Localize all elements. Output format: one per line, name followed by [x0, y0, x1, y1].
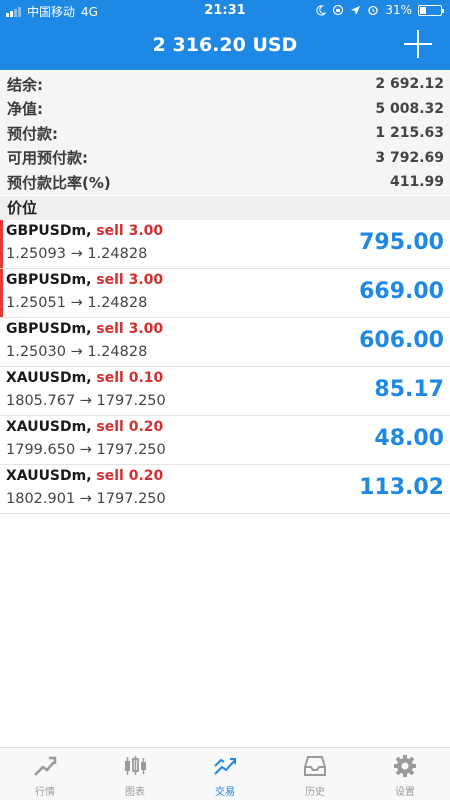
history-icon: [270, 753, 360, 779]
position-profit: 48.00: [374, 426, 444, 451]
position-profit: 113.02: [359, 475, 444, 500]
position-side: sell 3.00: [96, 272, 164, 288]
summary-value: 3 792.69: [375, 149, 444, 166]
position-prices: 1805.767 → 1797.250: [6, 393, 166, 409]
summary-value: 5 008.32: [375, 100, 444, 117]
position-title: XAUUSDm, sell 0.10: [6, 370, 163, 386]
app-header: 中国移动 4G 21:31 31% 2 316.20 USD: [0, 0, 450, 70]
tab-settings[interactable]: 设置: [360, 748, 450, 800]
position-prices: 1802.901 → 1797.250: [6, 491, 166, 507]
tab-trade[interactable]: 交易: [180, 748, 270, 800]
summary-row: 结余: 2 692.12: [0, 72, 450, 97]
tab-history[interactable]: 历史: [270, 748, 360, 800]
position-symbol: GBPUSDm,: [6, 321, 92, 337]
position-row[interactable]: GBPUSDm, sell 3.00 1.25030 → 1.24828 606.0…: [0, 318, 450, 367]
alarm-icon: [368, 5, 378, 16]
settings-icon: [360, 753, 450, 779]
tab-chart[interactable]: 图表: [90, 748, 180, 800]
battery-icon: [418, 4, 444, 16]
tab-bar: 行情 图表 交易 历史 设置: [0, 747, 450, 800]
position-side: sell 3.00: [96, 223, 164, 239]
positions-list: GBPUSDm, sell 3.00 1.25093 → 1.24828 795.0…: [0, 220, 450, 514]
trade-icon: [180, 753, 270, 779]
summary-value: 1 215.63: [375, 125, 444, 142]
summary-row: 净值: 5 008.32: [0, 97, 450, 122]
tab-quotes[interactable]: 行情: [0, 748, 90, 800]
position-title: GBPUSDm, sell 3.00: [6, 321, 163, 337]
plus-icon[interactable]: [404, 30, 432, 58]
moon-icon: [316, 4, 327, 16]
position-prices: 1799.650 → 1797.250: [6, 442, 166, 458]
position-profit: 85.17: [374, 377, 444, 402]
position-prices: 1.25051 → 1.24828: [6, 295, 148, 311]
battery-percent: 31%: [385, 3, 412, 17]
position-side: sell 0.20: [96, 468, 164, 484]
position-title: XAUUSDm, sell 0.20: [6, 419, 163, 435]
tab-label: 行情: [35, 787, 55, 798]
summary-row: 可用预付款: 3 792.69: [0, 146, 450, 171]
rotation-lock-icon: [333, 4, 344, 16]
position-side: sell 0.20: [96, 419, 164, 435]
summary-row: 预付款: 1 215.63: [0, 121, 450, 146]
chart-icon: [90, 753, 180, 779]
position-profit: 795.00: [359, 230, 444, 255]
summary-label: 净值:: [7, 100, 43, 119]
position-symbol: XAUUSDm,: [6, 419, 92, 435]
summary-value: 2 692.12: [375, 76, 444, 93]
summary-label: 预付款:: [7, 124, 58, 143]
summary-value: 411.99: [389, 174, 444, 191]
balance-title: 2 316.20 USD: [152, 34, 298, 56]
position-row[interactable]: GBPUSDm, sell 3.00 1.25093 → 1.24828 795.0…: [0, 220, 450, 269]
position-symbol: XAUUSDm,: [6, 468, 92, 484]
position-prices: 1.25093 → 1.24828: [6, 246, 148, 262]
tab-label: 图表: [125, 787, 145, 798]
position-title: XAUUSDm, sell 0.20: [6, 468, 163, 484]
tab-label: 设置: [395, 787, 415, 798]
position-profit: 669.00: [359, 279, 444, 304]
section-header-prices: 价位: [0, 196, 450, 220]
quotes-icon: [0, 753, 90, 779]
summary-label: 预付款比率(%): [7, 173, 111, 192]
position-title: GBPUSDm, sell 3.00: [6, 272, 163, 288]
position-row[interactable]: GBPUSDm, sell 3.00 1.25051 → 1.24828 669.0…: [0, 269, 450, 318]
position-row[interactable]: XAUUSDm, sell 0.10 1805.767 → 1797.250 85.…: [0, 367, 450, 416]
position-profit: 606.00: [359, 328, 444, 353]
summary-row: 预付款比率(%) 411.99: [0, 170, 450, 195]
summary-label: 可用预付款:: [7, 149, 88, 168]
position-title: GBPUSDm, sell 3.00: [6, 223, 163, 239]
location-icon: [351, 5, 361, 15]
position-row[interactable]: XAUUSDm, sell 0.20 1802.901 → 1797.250 113…: [0, 465, 450, 514]
summary-label: 结余:: [7, 75, 43, 94]
position-symbol: XAUUSDm,: [6, 370, 92, 386]
position-symbol: GBPUSDm,: [6, 223, 92, 239]
position-prices: 1.25030 → 1.24828: [6, 344, 148, 360]
account-summary: 结余: 2 692.12 净值: 5 008.32 预付款: 1 215.63 可用预付款:…: [0, 72, 450, 195]
position-side: sell 0.10: [96, 370, 164, 386]
tab-label: 交易: [215, 787, 235, 798]
tab-label: 历史: [305, 787, 325, 798]
position-row[interactable]: XAUUSDm, sell 0.20 1799.650 → 1797.250 48.…: [0, 416, 450, 465]
position-symbol: GBPUSDm,: [6, 272, 92, 288]
position-side: sell 3.00: [96, 321, 164, 337]
status-bar: 中国移动 4G 21:31 31%: [0, 0, 450, 22]
